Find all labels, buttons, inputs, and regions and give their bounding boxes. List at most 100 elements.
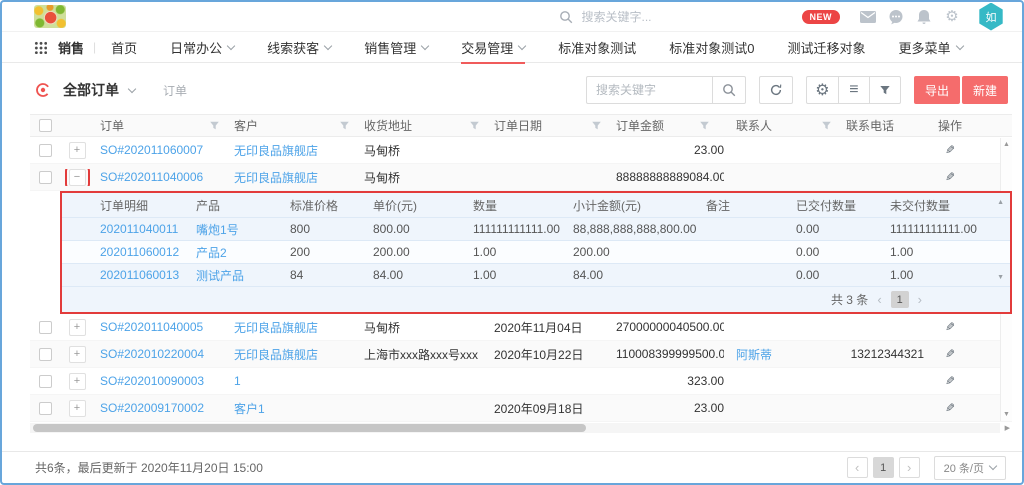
row-checkbox[interactable]	[39, 402, 52, 415]
chevron-down-icon[interactable]	[128, 84, 136, 92]
nav-item-lead-gen[interactable]: 线索获客	[267, 32, 331, 63]
view-title[interactable]: 全部订单	[63, 80, 119, 100]
customer-link[interactable]: 无印良品旗舰店	[234, 348, 318, 362]
current-page[interactable]: 1	[873, 457, 894, 478]
edit-icon[interactable]	[945, 401, 955, 415]
detail-id-link[interactable]: 202011060013	[100, 268, 179, 282]
table-row[interactable]: SO#202011040006 无印良品旗舰店 马甸桥 888888888890…	[30, 164, 1012, 191]
page-size-select[interactable]: 20 条/页	[934, 456, 1006, 480]
filter-funnel-icon[interactable]	[339, 120, 350, 131]
row-checkbox[interactable]	[39, 144, 52, 157]
gear-icon[interactable]: ⚙	[938, 9, 966, 24]
customer-link[interactable]: 无印良品旗舰店	[234, 171, 318, 185]
row-checkbox[interactable]	[39, 171, 52, 184]
filter-funnel-icon[interactable]	[591, 120, 602, 131]
filter-funnel-icon[interactable]	[821, 120, 832, 131]
horizontal-scrollbar[interactable]: ▶	[30, 423, 1000, 433]
expand-row-icon[interactable]	[69, 400, 86, 417]
scroll-down-icon[interactable]: ▼	[1003, 411, 1010, 418]
row-checkbox[interactable]	[39, 321, 52, 334]
unit-price-cell: 800.00	[373, 222, 473, 236]
customer-link[interactable]: 无印良品旗舰店	[234, 321, 318, 335]
app-grid-icon[interactable]	[34, 41, 47, 54]
detail-id-link[interactable]: 202011040011	[100, 222, 178, 236]
column-list-icon[interactable]: ≡	[838, 77, 869, 103]
order-link[interactable]: SO#202010090003	[100, 374, 204, 388]
nav-item-standard-object-test[interactable]: 标准对象测试	[558, 32, 636, 63]
scroll-down-icon[interactable]: ▼	[997, 274, 1004, 281]
detail-next-page-icon[interactable]: ›	[918, 293, 922, 306]
list-search-button[interactable]	[712, 76, 746, 104]
nav-item-daily-office[interactable]: 日常办公	[170, 32, 234, 63]
settings-gear-icon[interactable]: ⚙	[807, 77, 838, 103]
next-page-button[interactable]: ›	[899, 457, 920, 478]
nav-item-test-migration-object[interactable]: 测试迁移对象	[787, 32, 865, 63]
prev-page-button[interactable]: ‹	[847, 457, 868, 478]
filter-funnel-icon[interactable]	[469, 120, 480, 131]
detail-prev-page-icon[interactable]: ‹	[877, 293, 881, 306]
expand-row-icon[interactable]	[69, 319, 86, 336]
edit-icon[interactable]	[945, 374, 955, 388]
chat-icon[interactable]	[882, 9, 910, 25]
detail-current-page[interactable]: 1	[891, 291, 909, 308]
list-search-input[interactable]	[586, 76, 712, 104]
nav-item-standard-object-test0[interactable]: 标准对象测试0	[669, 32, 754, 63]
table-row[interactable]: SO#202010090003 1 323.00	[30, 368, 1012, 395]
new-badge: NEW	[802, 10, 841, 24]
collapse-row-icon[interactable]	[69, 169, 86, 186]
table-row[interactable]: SO#202009170002 客户1 2020年09月18日 23.00	[30, 395, 1012, 422]
scroll-up-icon[interactable]: ▲	[1003, 141, 1010, 148]
create-button[interactable]: 新建	[962, 76, 1008, 104]
order-link[interactable]: SO#202010220004	[100, 347, 204, 361]
table-row[interactable]: SO#202011060007 无印良品旗舰店 马甸桥 23.00	[30, 137, 1012, 164]
product-link[interactable]: 产品2	[196, 246, 227, 260]
edit-icon[interactable]	[945, 143, 955, 157]
table-row[interactable]: SO#202010220004 无印良品旗舰店 上海市xxx路xxx号xxx 2…	[30, 341, 1012, 368]
edit-icon[interactable]	[945, 347, 955, 361]
col-header-phone: 联系电话	[846, 119, 894, 133]
horizontal-scrollbar-thumb[interactable]	[33, 424, 586, 432]
export-button[interactable]: 导出	[914, 76, 960, 104]
avatar[interactable]: 如	[978, 3, 1004, 31]
detail-row[interactable]: 202011040011 嘴炮1号 800 800.00 11111111111…	[62, 218, 1010, 241]
table-row[interactable]: SO#202011040005 无印良品旗舰店 马甸桥 2020年11月04日 …	[30, 314, 1012, 341]
edit-icon[interactable]	[945, 170, 955, 184]
nav-item-sales-mgmt[interactable]: 销售管理	[364, 32, 428, 63]
view-target-icon	[35, 82, 51, 98]
nav-item-trade-mgmt[interactable]: 交易管理	[461, 32, 525, 63]
filter-funnel-icon[interactable]	[209, 120, 220, 131]
customer-link[interactable]: 1	[234, 374, 241, 388]
expand-row-icon[interactable]	[69, 142, 86, 159]
contact-link[interactable]: 阿斯蒂	[736, 348, 772, 362]
detail-id-link[interactable]: 202011060012	[100, 245, 179, 259]
app-logo[interactable]	[34, 5, 66, 28]
bell-icon[interactable]	[910, 9, 938, 25]
filter-funnel-icon[interactable]	[699, 120, 710, 131]
detail-row[interactable]: 202011060013 测试产品 84 84.00 1.00 84.00 0.…	[62, 264, 1010, 287]
expand-row-icon[interactable]	[69, 373, 86, 390]
order-link[interactable]: SO#202011060007	[100, 143, 203, 157]
order-link[interactable]: SO#202011040005	[100, 320, 203, 334]
scroll-right-icon[interactable]: ▶	[1005, 424, 1010, 432]
row-checkbox[interactable]	[39, 348, 52, 361]
customer-link[interactable]: 无印良品旗舰店	[234, 144, 318, 158]
order-link[interactable]: SO#202011040006	[100, 170, 203, 184]
scroll-up-icon[interactable]: ▲	[997, 199, 1004, 206]
row-checkbox[interactable]	[39, 375, 52, 388]
detail-row[interactable]: 202011060012 产品2 200 200.00 1.00 200.00 …	[62, 241, 1010, 264]
app-name[interactable]: 销售	[58, 38, 84, 57]
detail-col-product: 产品	[196, 197, 290, 214]
product-link[interactable]: 测试产品	[196, 269, 244, 283]
order-link[interactable]: SO#202009170002	[100, 401, 204, 415]
filter-icon[interactable]	[869, 77, 900, 103]
mail-icon[interactable]	[854, 11, 882, 23]
nav-item-more-menu[interactable]: 更多菜单	[898, 32, 962, 63]
nav-item-home[interactable]: 首页	[111, 32, 137, 63]
product-link[interactable]: 嘴炮1号	[196, 223, 239, 237]
refresh-button[interactable]	[759, 76, 793, 104]
customer-link[interactable]: 客户1	[234, 402, 265, 416]
global-search[interactable]: 搜索关键字...	[559, 8, 651, 25]
expand-row-icon[interactable]	[69, 346, 86, 363]
edit-icon[interactable]	[945, 320, 955, 334]
select-all-checkbox[interactable]	[39, 119, 52, 132]
